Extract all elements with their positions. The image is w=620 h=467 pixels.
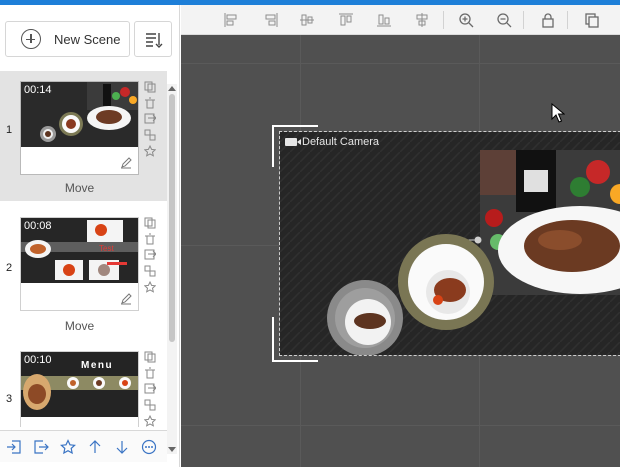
edit-pencil-icon[interactable] (120, 157, 132, 169)
list-sort-icon (146, 33, 163, 48)
align-toolbar (181, 5, 620, 35)
scene-number: 3 (6, 393, 13, 405)
move-up-button[interactable] (81, 433, 108, 460)
export-button[interactable] (27, 433, 54, 460)
scroll-up-arrow-icon[interactable] (168, 86, 176, 91)
camera-frame[interactable] (279, 131, 620, 356)
thumbnail-text: Test (99, 244, 114, 253)
scene-duration: 00:14 (24, 84, 52, 96)
scene-card[interactable]: 00:14 (20, 81, 139, 175)
scene-item-2[interactable]: 2 00:08 Test Move (0, 207, 167, 337)
video-camera-icon (285, 138, 301, 146)
lock-icon[interactable] (540, 12, 556, 28)
camera-label: Default Camera (285, 136, 379, 148)
arrow-up-icon (89, 439, 100, 453)
scene-thumbnail: 00:08 Test (21, 218, 138, 283)
scene-list: 1 00:14 Move 2 00:08 Test Move 3 00:10 M… (0, 71, 167, 427)
scene-tools (143, 217, 158, 302)
scene-transition[interactable]: Move (20, 319, 139, 333)
delete-icon (145, 97, 155, 109)
scene-thumbnail: 00:10 Menu (21, 352, 138, 417)
distribute-icon[interactable] (414, 12, 430, 28)
scrollbar-thumb[interactable] (169, 94, 175, 342)
align-bottom-icon[interactable] (376, 12, 392, 28)
scene-card[interactable]: 00:08 Test (20, 217, 139, 311)
steak-background-image (280, 132, 620, 355)
scene-card[interactable]: 00:10 Menu (20, 351, 139, 427)
favorite-button[interactable] (54, 433, 81, 460)
scene-number: 2 (6, 262, 13, 274)
align-middle-icon[interactable] (299, 12, 315, 28)
scene-thumbnail: 00:14 (21, 82, 138, 147)
scene-number: 1 (6, 124, 13, 136)
selection-corner[interactable] (272, 317, 318, 362)
scene-tools (143, 81, 158, 166)
import-icon (6, 439, 21, 454)
move-down-button[interactable] (108, 433, 135, 460)
mouse-cursor-icon (551, 103, 565, 123)
duplicate-icon[interactable] (584, 12, 600, 28)
scroll-down-arrow-icon[interactable] (168, 447, 176, 452)
scene-duration: 00:08 (24, 220, 52, 232)
grid-line (181, 63, 620, 64)
new-scene-label: New Scene (54, 31, 121, 47)
zoom-out-icon[interactable] (496, 12, 512, 28)
scene-item-3[interactable]: 3 00:10 Menu (0, 343, 167, 427)
arrow-down-icon (116, 440, 127, 454)
align-top-icon[interactable] (338, 12, 354, 28)
toolbar-separator (443, 11, 444, 29)
plus-circle-icon (21, 29, 41, 49)
thumbnail-text: Menu (81, 360, 114, 371)
scene-tools (143, 351, 158, 427)
scene-panel: New Scene 1 00:14 Move 2 00:08 Test Move… (0, 5, 180, 467)
grid-line (181, 425, 620, 426)
scene-item-1[interactable]: 1 00:14 Move (0, 71, 167, 201)
star-icon (59, 438, 76, 454)
scene-order-button[interactable] (134, 21, 172, 57)
scene-duration: 00:10 (24, 354, 52, 366)
scene-list-scrollbar[interactable] (167, 84, 177, 454)
zoom-in-icon[interactable] (458, 12, 474, 28)
edit-pencil-icon[interactable] (120, 293, 132, 305)
import-button[interactable] (0, 433, 27, 460)
align-center-horizontal-icon[interactable] (263, 12, 279, 28)
camera-label-text: Default Camera (302, 136, 380, 148)
scene-bottom-toolbar (0, 430, 167, 462)
more-button[interactable] (135, 433, 162, 460)
more-dots-icon (141, 439, 156, 454)
new-scene-button[interactable]: New Scene (5, 21, 130, 57)
export-icon (33, 439, 49, 454)
toolbar-separator (567, 11, 568, 29)
align-left-icon[interactable] (223, 12, 239, 28)
editing-canvas[interactable]: Default Camera (181, 35, 620, 467)
app-window: New Scene 1 00:14 Move 2 00:08 Test Move… (0, 0, 620, 467)
toolbar-separator (523, 11, 524, 29)
scene-transition[interactable]: Move (20, 181, 139, 195)
